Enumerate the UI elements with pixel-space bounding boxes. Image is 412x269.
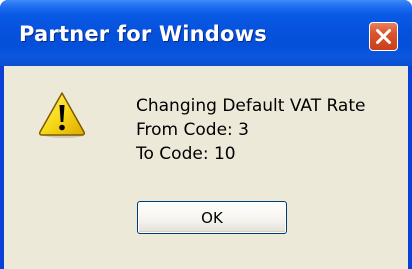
dialog-body: Changing Default VAT Rate From Code: 3 T…: [4, 66, 408, 269]
message-text: Changing Default VAT Rate From Code: 3 T…: [136, 94, 365, 166]
close-icon: [376, 29, 391, 44]
window-title: Partner for Windows: [19, 22, 267, 46]
message-line: Changing Default VAT Rate: [136, 96, 366, 116]
message-line: From Code: 3: [136, 120, 249, 140]
title-bar[interactable]: Partner for Windows: [0, 0, 412, 66]
warning-icon: [39, 92, 85, 138]
close-button[interactable]: [369, 22, 398, 51]
message-line: To Code: 10: [136, 144, 236, 164]
ok-button[interactable]: OK: [137, 201, 287, 234]
dialog-window: Partner for Windows Changing Default VAT…: [0, 0, 412, 269]
